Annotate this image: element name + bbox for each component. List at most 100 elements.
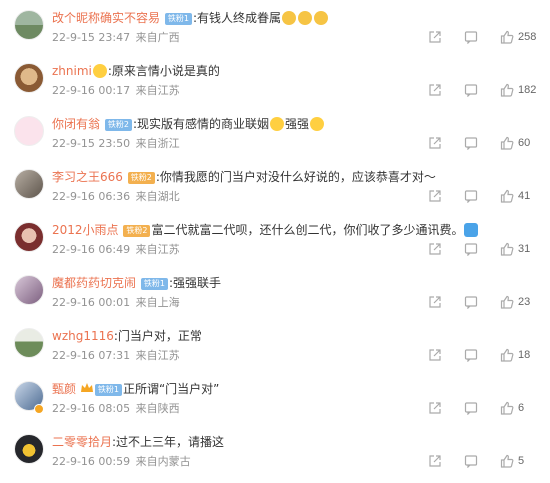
like-count: 258 — [518, 31, 537, 43]
avatar[interactable] — [14, 328, 44, 358]
share-icon[interactable] — [428, 295, 442, 309]
comment-icon[interactable] — [464, 83, 478, 97]
comment-location: 来自上海 — [135, 296, 180, 309]
comment-actions: 18 — [406, 347, 540, 363]
comment-text-2: 强强 — [284, 117, 309, 131]
fan-badge: 铁粉2 — [127, 172, 155, 184]
share-icon[interactable] — [428, 30, 442, 44]
comment-meta: 22-9-16 00:59 来自内蒙古 — [52, 455, 191, 469]
username-link[interactable]: 2012小雨点 — [52, 223, 119, 237]
comment-time: 22-9-16 00:17 — [52, 84, 131, 97]
fan-badge: 铁粉2 — [123, 225, 151, 237]
comment-location: 来自江苏 — [135, 84, 180, 97]
share-icon[interactable] — [428, 189, 442, 203]
like-icon[interactable] — [500, 136, 514, 150]
comment-meta: 22-9-16 00:17 来自江苏 — [52, 84, 180, 98]
comment-meta: 22-9-16 06:49 来自江苏 — [52, 243, 180, 257]
username-link[interactable]: 你闭有翁 — [52, 117, 100, 131]
like-count: 31 — [518, 243, 531, 255]
comment-location: 来自江苏 — [135, 243, 180, 256]
username-link[interactable]: 改个昵称确实不容易 — [52, 11, 160, 25]
like-icon[interactable] — [500, 348, 514, 362]
comment-time: 22-9-16 08:05 — [52, 402, 131, 415]
comment-icon[interactable] — [464, 189, 478, 203]
comment-actions: 5 — [406, 453, 540, 469]
share-icon[interactable] — [428, 242, 442, 256]
comment-location: 来自浙江 — [135, 137, 180, 150]
like-icon[interactable] — [500, 401, 514, 415]
like-icon[interactable] — [500, 189, 514, 203]
avatar[interactable] — [14, 434, 44, 464]
avatar[interactable] — [14, 222, 44, 252]
comment-icon[interactable] — [464, 295, 478, 309]
like-icon[interactable] — [500, 242, 514, 256]
comment-time: 22-9-16 06:36 — [52, 190, 131, 203]
comment-line: 甄颜 铁粉1 正所谓“门当户对” — [52, 381, 512, 397]
username-link[interactable]: 甄颜 — [52, 382, 76, 396]
comment-time: 22-9-16 00:59 — [52, 455, 131, 468]
comment-text: :你情我愿的门当户对没什么好说的，应该恭喜才对～ — [155, 170, 436, 184]
comment-item: 二零零拾月:过不上三年，请播这 22-9-16 00:59 来自内蒙古 5 — [0, 424, 550, 477]
avatar[interactable] — [14, 63, 44, 93]
like-icon[interactable] — [500, 454, 514, 468]
comment-item: 你闭有翁 铁粉2:现实版有感情的商业联姻 强强 22-9-15 23:50 来自浙… — [0, 106, 550, 159]
like-count: 23 — [518, 296, 531, 308]
comment-line: wzhg1116:门当户对，正常 — [52, 328, 512, 344]
comment-meta: 22-9-15 23:47 来自广西 — [52, 31, 180, 45]
crown-icon — [80, 382, 94, 394]
share-icon[interactable] — [428, 454, 442, 468]
comment-item: 魔都药药切克闹 铁粉1:强强联手 22-9-16 00:01 来自上海 23 — [0, 265, 550, 318]
like-icon[interactable] — [500, 83, 514, 97]
comment-icon[interactable] — [464, 242, 478, 256]
comment-text: :门当户对，正常 — [113, 329, 202, 343]
comment-line: 你闭有翁 铁粉2:现实版有感情的商业联姻 强强 — [52, 116, 512, 132]
comment-item: 李习之王666 铁粉2:你情我愿的门当户对没什么好说的，应该恭喜才对～ 22-9… — [0, 159, 550, 212]
comment-text: :强强联手 — [168, 276, 221, 290]
avatar[interactable] — [14, 116, 44, 146]
comment-meta: 22-9-15 23:50 来自浙江 — [52, 137, 180, 151]
comment-item: 改个昵称确实不容易 铁粉1:有钱人终成眷属 22-9-15 23:47 来自广西… — [0, 0, 550, 53]
comment-time: 22-9-16 06:49 — [52, 243, 131, 256]
share-icon[interactable] — [428, 401, 442, 415]
avatar[interactable] — [14, 275, 44, 305]
username-link[interactable]: zhnimi — [52, 64, 92, 78]
username-link[interactable]: 李习之王666 — [52, 170, 123, 184]
comment-location: 来自江苏 — [135, 349, 180, 362]
comment-meta: 22-9-16 08:05 来自陕西 — [52, 402, 180, 416]
username-link[interactable]: wzhg1116 — [52, 329, 114, 343]
username-link[interactable]: 二零零拾月 — [52, 435, 112, 449]
comment-text: :现实版有感情的商业联姻 — [132, 117, 269, 131]
comment-line: 李习之王666 铁粉2:你情我愿的门当户对没什么好说的，应该恭喜才对～ — [52, 169, 512, 185]
avatar[interactable] — [14, 169, 44, 199]
share-icon[interactable] — [428, 136, 442, 150]
comment-item: 2012小雨点 铁粉2 富二代就富二代呗，还什么创二代，你们收了多少通讯费。 22… — [0, 212, 550, 265]
comment-line: 2012小雨点 铁粉2 富二代就富二代呗，还什么创二代，你们收了多少通讯费。 — [52, 222, 512, 238]
like-icon[interactable] — [500, 295, 514, 309]
comment-time: 22-9-15 23:47 — [52, 31, 131, 44]
comment-icon[interactable] — [464, 454, 478, 468]
comment-time: 22-9-16 00:01 — [52, 296, 131, 309]
avatar[interactable] — [14, 10, 44, 40]
grin-emoji-icon — [269, 117, 284, 131]
comment-text: 正所谓“门当户对” — [122, 382, 220, 396]
share-icon[interactable] — [428, 348, 442, 362]
clap-emoji-icon — [281, 11, 296, 25]
comment-item: wzhg1116:门当户对，正常 22-9-16 07:31 来自江苏 18 — [0, 318, 550, 371]
comment-list: 改个昵称确实不容易 铁粉1:有钱人终成眷属 22-9-15 23:47 来自广西… — [0, 0, 550, 477]
fan-badge: 铁粉1 — [94, 384, 122, 396]
comment-actions: 258 — [406, 29, 540, 45]
share-icon[interactable] — [428, 83, 442, 97]
username-link[interactable]: 魔都药药切克闹 — [52, 276, 136, 290]
comment-icon[interactable] — [464, 136, 478, 150]
comment-icon[interactable] — [464, 401, 478, 415]
comment-location: 来自广西 — [135, 31, 180, 44]
comment-icon[interactable] — [464, 30, 478, 44]
comment-actions: 182 — [406, 82, 540, 98]
like-icon[interactable] — [500, 30, 514, 44]
comment-text: :过不上三年，请播这 — [112, 435, 225, 449]
comment-actions: 31 — [406, 241, 540, 257]
comment-time: 22-9-15 23:50 — [52, 137, 131, 150]
grin-emoji-icon — [92, 64, 107, 78]
comment-item: 甄颜 铁粉1 正所谓“门当户对” 22-9-16 08:05 来自陕西 6 — [0, 371, 550, 424]
comment-icon[interactable] — [464, 348, 478, 362]
